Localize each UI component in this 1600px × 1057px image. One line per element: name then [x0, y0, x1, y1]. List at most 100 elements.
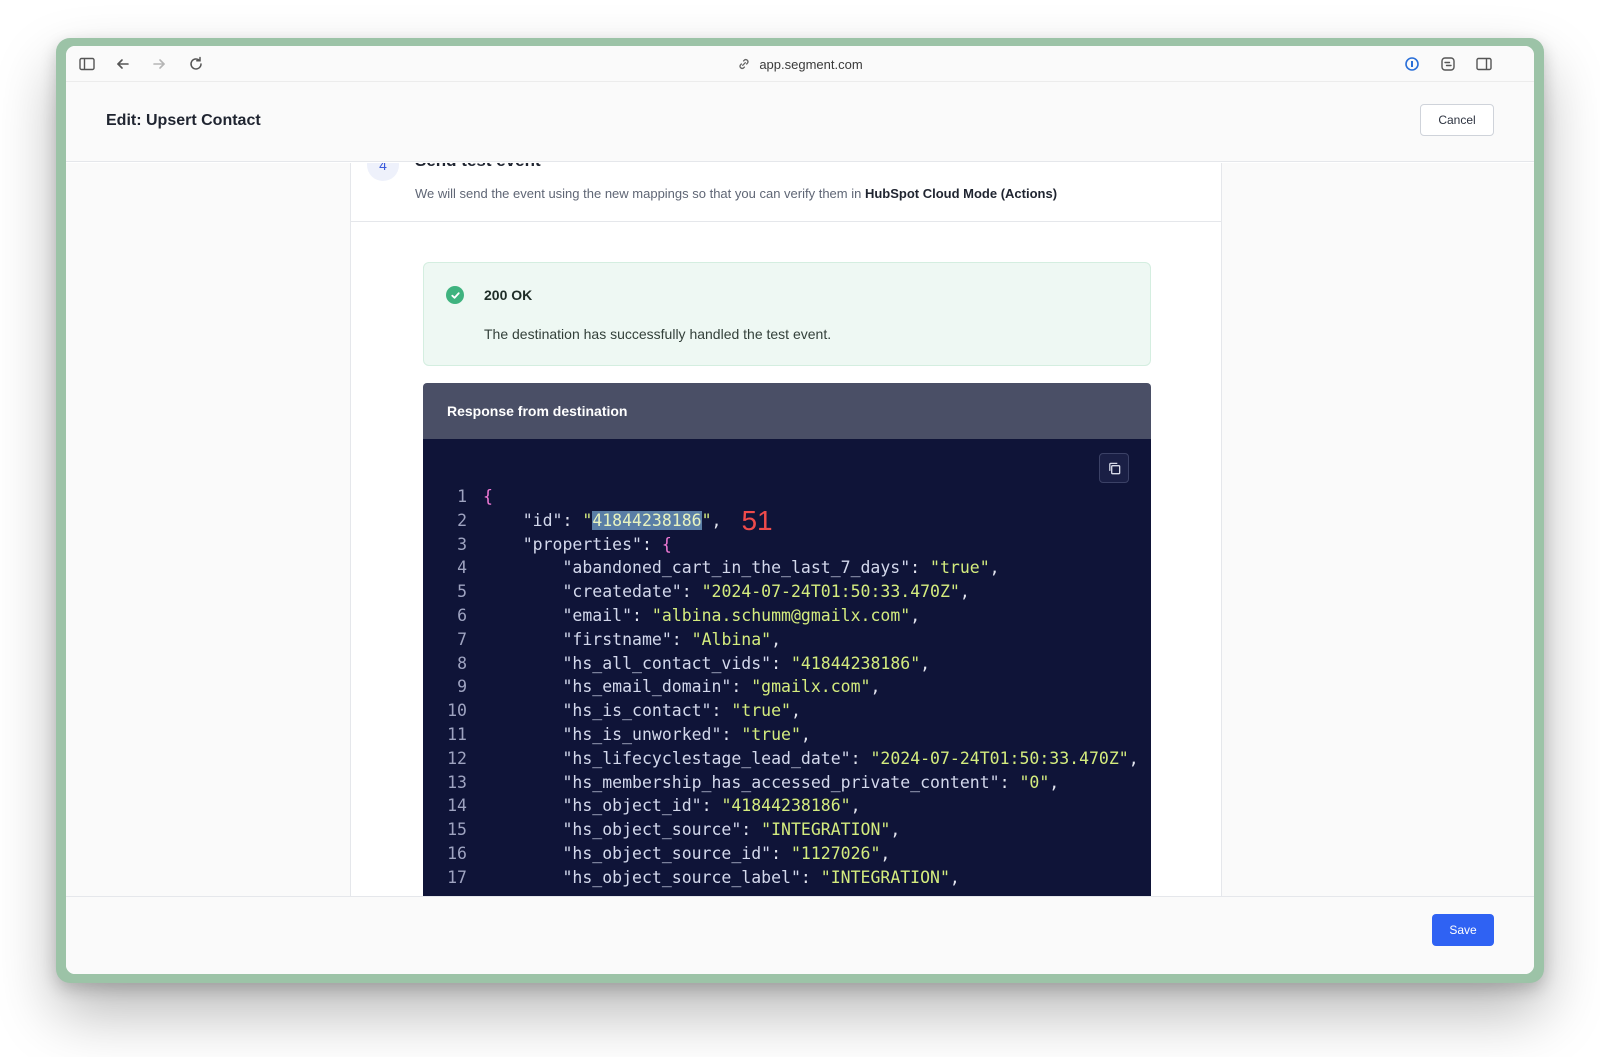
code-token: ,: [850, 796, 861, 816]
code-token: "hs_is_unworked": [562, 724, 722, 744]
arrow-right-icon[interactable]: [150, 55, 168, 73]
destination-name: HubSpot Cloud Mode (Actions): [864, 186, 1058, 201]
code-token: :: [999, 772, 1020, 792]
code-line: 11 "hs_is_unworked": "true",: [423, 723, 1151, 747]
save-button[interactable]: Save: [1432, 914, 1494, 946]
link-icon: [739, 59, 749, 69]
code-token: :: [771, 653, 791, 673]
reload-icon[interactable]: [187, 55, 205, 73]
code-token: ,: [989, 558, 1000, 578]
code-token: ,: [1128, 748, 1139, 768]
code-text: "hs_all_contact_vids": "41844238186",: [483, 652, 930, 676]
code-token: ": [582, 510, 593, 530]
arrow-left-icon[interactable]: [114, 55, 132, 73]
code-line: 7 "firstname": "Albina",: [423, 628, 1151, 652]
url-text[interactable]: app.segment.com: [759, 57, 862, 72]
code-token: "41844238186": [790, 653, 921, 673]
address-bar: app.segment.com: [66, 46, 1534, 82]
code-line: 5 "createdate": "2024-07-24T01:50:33.470…: [423, 580, 1151, 604]
code-token: "createdate": [562, 582, 682, 602]
line-number: 2: [457, 510, 467, 530]
code-text: "hs_lifecyclestage_lead_date": "2024-07-…: [483, 747, 1139, 771]
line-number: 13: [447, 772, 467, 792]
line-number: 6: [457, 605, 467, 625]
success-alert: 200 OK The destination has successfully …: [423, 262, 1151, 366]
step-card: 4 Send test event We will send the event…: [350, 163, 1222, 896]
response-code-block[interactable]: 1{2 "id": "41844238186", 51 3 "properties"…: [423, 439, 1151, 896]
code-line: 1{: [423, 485, 1151, 509]
code-line: 8 "hs_all_contact_vids": "41844238186",: [423, 652, 1151, 676]
code-text: "hs_is_contact": "true",: [483, 699, 801, 723]
code-line: 13 "hs_membership_has_accessed_private_c…: [423, 771, 1151, 795]
code-token: :: [632, 605, 652, 625]
code-text: "hs_object_id": "41844238186",: [483, 794, 861, 818]
response-panel-header: Response from destination: [423, 383, 1151, 439]
code-token: :: [721, 724, 742, 744]
code-token: ,: [880, 843, 891, 863]
line-number: 16: [447, 843, 467, 863]
code-line: 15 "hs_object_source": "INTEGRATION",: [423, 818, 1151, 842]
code-line: 4 "abandoned_cart_in_the_last_7_days": "…: [423, 556, 1151, 580]
code-text: "hs_object_source_id": "1127026",: [483, 842, 890, 866]
code-token: :: [641, 534, 662, 554]
code-token: ,: [711, 510, 722, 530]
code-token: "2024-07-24T01:50:33.470Z": [870, 748, 1129, 768]
code-token: :: [910, 558, 931, 578]
code-token: :: [731, 677, 752, 697]
code-token: "Albina": [691, 629, 772, 649]
code-token: "true": [930, 558, 990, 578]
code-token: "id": [522, 510, 563, 530]
code-token: "gmailx.com": [751, 677, 871, 697]
code-line: 12 "hs_lifecyclestage_lead_date": "2024-…: [423, 747, 1151, 771]
code-token: "firstname": [562, 629, 672, 649]
code-text: "firstname": "Albina",: [483, 628, 781, 652]
code-text: "email": "albina.schumm@gmailx.com",: [483, 604, 920, 628]
highlighted-value: 41844238186: [592, 510, 702, 530]
code-token: :: [741, 820, 762, 840]
line-number: 1: [457, 487, 467, 506]
extension-icon[interactable]: [1439, 55, 1457, 73]
code-text: "hs_is_unworked": "true",: [483, 723, 810, 747]
status-message: The destination has successfully handled…: [484, 326, 832, 342]
sidebar-toggle-icon[interactable]: [78, 55, 96, 73]
code-token: "hs_is_contact": [562, 701, 712, 721]
copy-button[interactable]: [1099, 453, 1129, 483]
code-token: :: [771, 843, 791, 863]
code-token: "0": [1019, 772, 1050, 792]
line-number: 5: [457, 582, 467, 602]
code-token: :: [701, 796, 722, 816]
code-token: "hs_object_source": [562, 820, 742, 840]
code-token: "hs_lifecyclestage_lead_date": [562, 748, 851, 768]
code-token: "hs_object_source_label": [562, 867, 801, 887]
code-line: 10 "hs_is_contact": "true",: [423, 699, 1151, 723]
code-line: 17 "hs_object_source_label": "INTEGRATIO…: [423, 866, 1151, 890]
split-view-icon[interactable]: [1475, 55, 1493, 73]
code-token: "hs_all_contact_vids": [562, 653, 772, 673]
code-token: ,: [771, 629, 782, 649]
code-text: "hs_object_source": "INTEGRATION",: [483, 818, 900, 842]
annotation-label: 51: [741, 504, 773, 536]
code-text: "hs_email_domain": "gmailx.com",: [483, 675, 880, 699]
cancel-button[interactable]: Cancel: [1420, 104, 1494, 136]
code-token: "INTEGRATION": [820, 867, 950, 887]
line-number: 10: [447, 701, 467, 721]
line-number: 14: [447, 796, 467, 816]
password-manager-icon[interactable]: [1403, 55, 1421, 73]
code-token: :: [850, 748, 871, 768]
code-token: "email": [562, 605, 633, 625]
copy-icon: [1108, 462, 1120, 474]
line-number: 3: [457, 534, 467, 554]
line-number: 12: [447, 748, 467, 768]
code-token: "INTEGRATION": [761, 820, 891, 840]
line-number: 11: [447, 724, 467, 744]
code-token: ,: [920, 653, 931, 673]
line-number: 15: [447, 820, 467, 840]
code-token: ,: [959, 582, 970, 602]
browser-toolbar: app.segment.com: [66, 46, 1534, 82]
code-token: ,: [890, 820, 901, 840]
code-token: ,: [790, 701, 801, 721]
main-content[interactable]: 4 Send test event We will send the event…: [66, 163, 1534, 896]
code-token: "albina.schumm@gmailx.com": [651, 605, 911, 625]
code-token: ,: [1049, 772, 1060, 792]
code-token: "2024-07-24T01:50:33.470Z": [701, 582, 960, 602]
